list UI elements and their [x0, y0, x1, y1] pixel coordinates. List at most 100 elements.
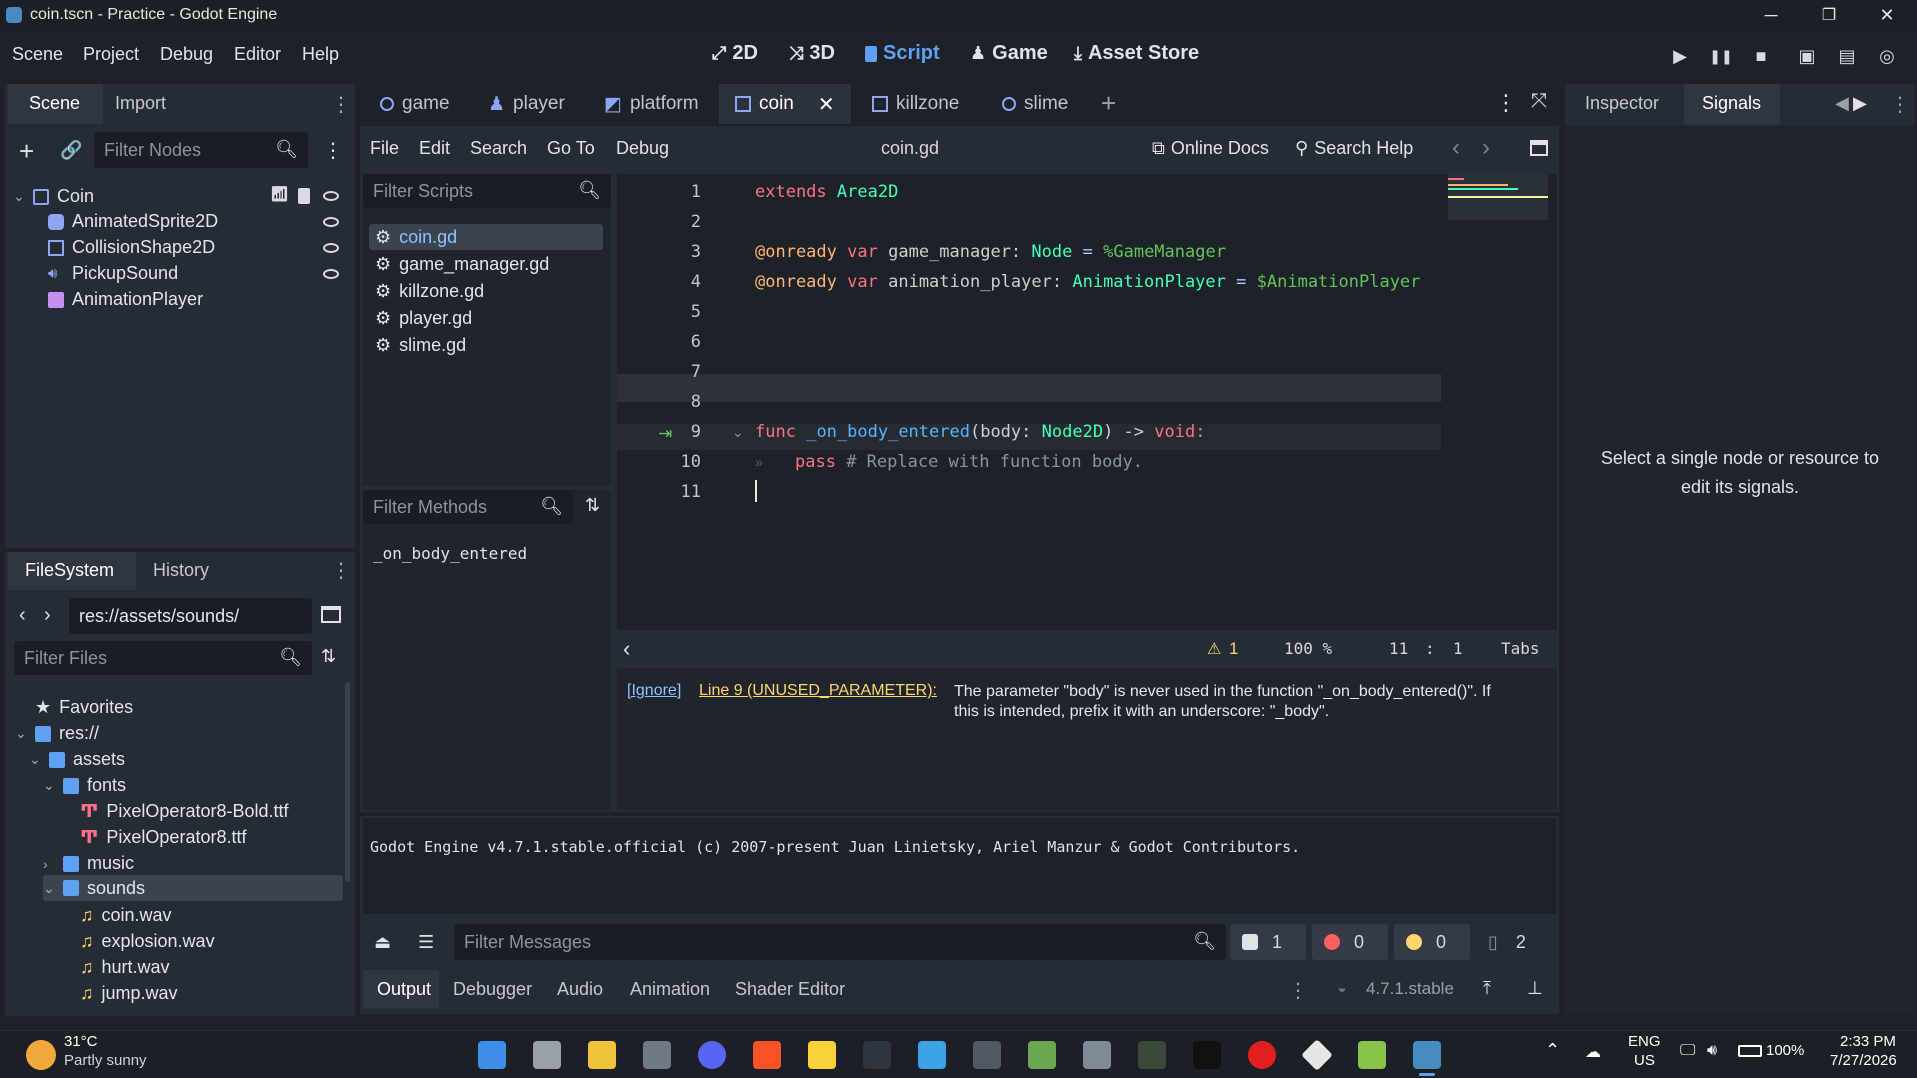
- scene-tab-game[interactable]: game: [380, 84, 450, 124]
- online-docs-button[interactable]: ⧉ Online Docs: [1152, 138, 1269, 159]
- dock-menu-icon[interactable]: ⋮: [331, 558, 351, 583]
- script-menu-file[interactable]: File: [370, 138, 399, 159]
- region-indicator[interactable]: US: [1634, 1052, 1655, 1069]
- ignore-warning-link[interactable]: [Ignore]: [627, 682, 681, 700]
- fs-res-root[interactable]: ⌄ res://: [15, 723, 99, 744]
- pin-panel-icon[interactable]: ⊥: [1527, 978, 1543, 999]
- scene-menu-icon[interactable]: ⋮: [323, 138, 343, 163]
- minimap[interactable]: [1448, 174, 1548, 220]
- signal-icon[interactable]: 📶︎: [270, 185, 289, 203]
- menu-help[interactable]: Help: [302, 44, 339, 65]
- filter-nodes-input[interactable]: Filter Nodes 🔍︎: [94, 132, 308, 168]
- keyboard-icon[interactable]: [973, 1041, 1001, 1069]
- warning-count[interactable]: 1: [1229, 639, 1238, 659]
- menu-project[interactable]: Project: [83, 44, 139, 65]
- search-help-button[interactable]: ⚲ Search Help: [1295, 138, 1413, 159]
- zoom-level[interactable]: 100 %: [1284, 639, 1332, 658]
- filter-methods-input[interactable]: Filter Methods 🔍︎: [363, 490, 573, 524]
- tab-audio[interactable]: Audio: [557, 979, 603, 1000]
- heart-app-icon[interactable]: [1248, 1041, 1276, 1069]
- scene-tab-platform[interactable]: ◩ platform: [604, 84, 699, 124]
- godot-app-icon[interactable]: [1413, 1041, 1441, 1069]
- menu-debug[interactable]: Debug: [160, 44, 213, 65]
- pause-icon[interactable]: ❚❚: [1709, 44, 1733, 68]
- filter-messages-input[interactable]: Filter Messages 🔍︎: [454, 924, 1226, 960]
- float-window-icon[interactable]: [1530, 140, 1548, 156]
- minimize-button[interactable]: ─: [1742, 0, 1800, 30]
- warning-icon[interactable]: ⚠: [1207, 639, 1221, 659]
- movie-maker-icon[interactable]: ◎: [1875, 44, 1899, 68]
- weather-temp[interactable]: 31°C: [64, 1033, 98, 1050]
- script-attached-icon[interactable]: [298, 188, 310, 204]
- minecraft-icon[interactable]: [1028, 1041, 1056, 1069]
- battery-icon[interactable]: [1738, 1045, 1762, 1057]
- fs-file-coin-wav[interactable]: ♫ coin.wav: [80, 905, 172, 926]
- scene-tabs-menu-icon[interactable]: ⋮: [1495, 90, 1517, 116]
- tree-node-collisionshape2d[interactable]: CollisionShape2D: [48, 237, 215, 258]
- task-view-icon[interactable]: [533, 1041, 561, 1069]
- close-window-button[interactable]: ✕: [1858, 0, 1916, 30]
- script-menu-edit[interactable]: Edit: [419, 138, 450, 159]
- workspace-game[interactable]: ♟ Game: [970, 42, 1048, 65]
- tree-node-coin[interactable]: ⌄ Coin: [13, 186, 94, 207]
- message-filter-toggle[interactable]: ▯ 2: [1488, 924, 1548, 960]
- workspace-asset-store[interactable]: ⤓ Asset Store: [1074, 42, 1199, 65]
- menu-scene[interactable]: Scene: [12, 44, 63, 65]
- scene-tab-player[interactable]: ♟ player: [488, 84, 565, 124]
- script-item-coin[interactable]: ⚙ coin.gd: [369, 224, 603, 250]
- tab-output[interactable]: Output: [363, 970, 439, 1008]
- tab-shader-editor[interactable]: Shader Editor: [735, 979, 845, 1000]
- fs-file-pixeloperator8-bold[interactable]: Ͳ PixelOperator8-Bold.ttf: [80, 801, 289, 822]
- fs-sounds[interactable]: ⌄ sounds: [43, 875, 343, 901]
- expand-panel-icon[interactable]: ⤒: [1483, 978, 1491, 999]
- sekiro-icon[interactable]: [1193, 1041, 1221, 1069]
- play-scene-icon[interactable]: ▣: [1795, 44, 1819, 68]
- battery-percent[interactable]: 100%: [1766, 1042, 1804, 1059]
- sort-icon[interactable]: ⇅: [585, 495, 600, 516]
- tab-inspector[interactable]: Inspector: [1585, 93, 1659, 114]
- code-editor[interactable]: 1 2 3 4 5 6 7 8 9 10 11 ⇥ ⌄ » extends Ar…: [617, 174, 1557, 630]
- tab-debugger[interactable]: Debugger: [453, 979, 532, 1000]
- brave-browser-icon[interactable]: [753, 1041, 781, 1069]
- visibility-eye-icon[interactable]: [323, 269, 339, 279]
- dock-nav-right-icon[interactable]: ▶: [1853, 93, 1867, 114]
- network-icon[interactable]: 🖵︎: [1680, 1042, 1695, 1060]
- visibility-eye-icon[interactable]: [323, 243, 339, 253]
- photos-icon[interactable]: [918, 1041, 946, 1069]
- restore-button[interactable]: ❐: [1800, 0, 1858, 30]
- fs-music[interactable]: › music: [43, 853, 134, 874]
- clear-output-icon[interactable]: ⏏: [374, 932, 391, 953]
- history-back-icon[interactable]: ‹: [1452, 134, 1460, 162]
- fs-file-jump-wav[interactable]: ♫ jump.wav: [80, 983, 178, 1004]
- clock-date[interactable]: 7/27/2026: [1830, 1052, 1897, 1069]
- menu-editor[interactable]: Editor: [234, 44, 281, 65]
- tab-history[interactable]: History: [153, 560, 209, 581]
- onedrive-icon[interactable]: ☁: [1585, 1042, 1601, 1062]
- tab-import[interactable]: Import: [115, 93, 166, 114]
- weather-sun-icon[interactable]: [26, 1040, 56, 1070]
- volume-icon[interactable]: 🔊︎: [1707, 1042, 1717, 1060]
- sort-icon[interactable]: ⇅: [321, 646, 336, 667]
- tab-animation[interactable]: Animation: [630, 979, 710, 1000]
- camera-icon[interactable]: [643, 1041, 671, 1069]
- visibility-eye-icon[interactable]: [323, 191, 339, 201]
- play-custom-scene-icon[interactable]: ▤: [1835, 44, 1859, 68]
- workspace-2d[interactable]: ⤢ 2D: [712, 42, 758, 65]
- close-icon[interactable]: ✕: [818, 92, 835, 117]
- clock-time[interactable]: 2:33 PM: [1840, 1033, 1896, 1050]
- add-node-icon[interactable]: +: [19, 136, 34, 167]
- fs-assets[interactable]: ⌄ assets: [29, 749, 125, 770]
- bottom-panel-menu-icon[interactable]: ⋮: [1288, 978, 1308, 1003]
- mouse-app-icon[interactable]: [863, 1041, 891, 1069]
- script-item-killzone[interactable]: ⚙ killzone.gd: [375, 281, 484, 302]
- warning-filter-toggle[interactable]: 0: [1394, 924, 1470, 960]
- fs-favorites[interactable]: ★ Favorites: [35, 697, 133, 718]
- tree-node-animatedsprite2d[interactable]: AnimatedSprite2D: [48, 211, 218, 232]
- dock-menu-icon[interactable]: ⋮: [331, 92, 351, 117]
- visibility-eye-icon[interactable]: [323, 217, 339, 227]
- history-forward-icon[interactable]: ›: [1482, 134, 1490, 162]
- signal-connection-icon[interactable]: ⇥: [658, 424, 672, 444]
- split-view-icon[interactable]: [321, 606, 341, 623]
- script-menu-debug[interactable]: Debug: [616, 138, 669, 159]
- method-item[interactable]: _on_body_entered: [373, 544, 527, 563]
